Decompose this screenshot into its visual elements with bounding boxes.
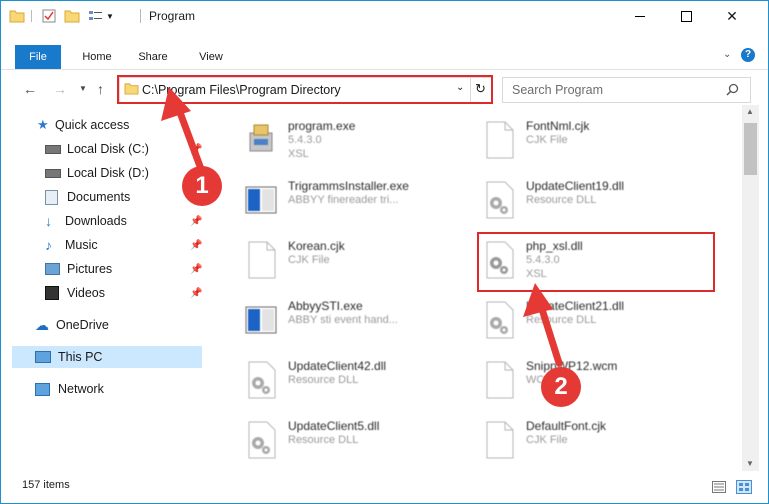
step-1-badge: 1 xyxy=(182,166,222,206)
arrow-2 xyxy=(523,283,563,367)
annotation-arrows xyxy=(161,87,563,367)
arrow-1 xyxy=(161,87,205,173)
step-2-badge: 2 xyxy=(541,367,581,407)
explorer-window: ▼ Program ✕ File Home Share View ⌄ ? ← →… xyxy=(0,0,769,504)
